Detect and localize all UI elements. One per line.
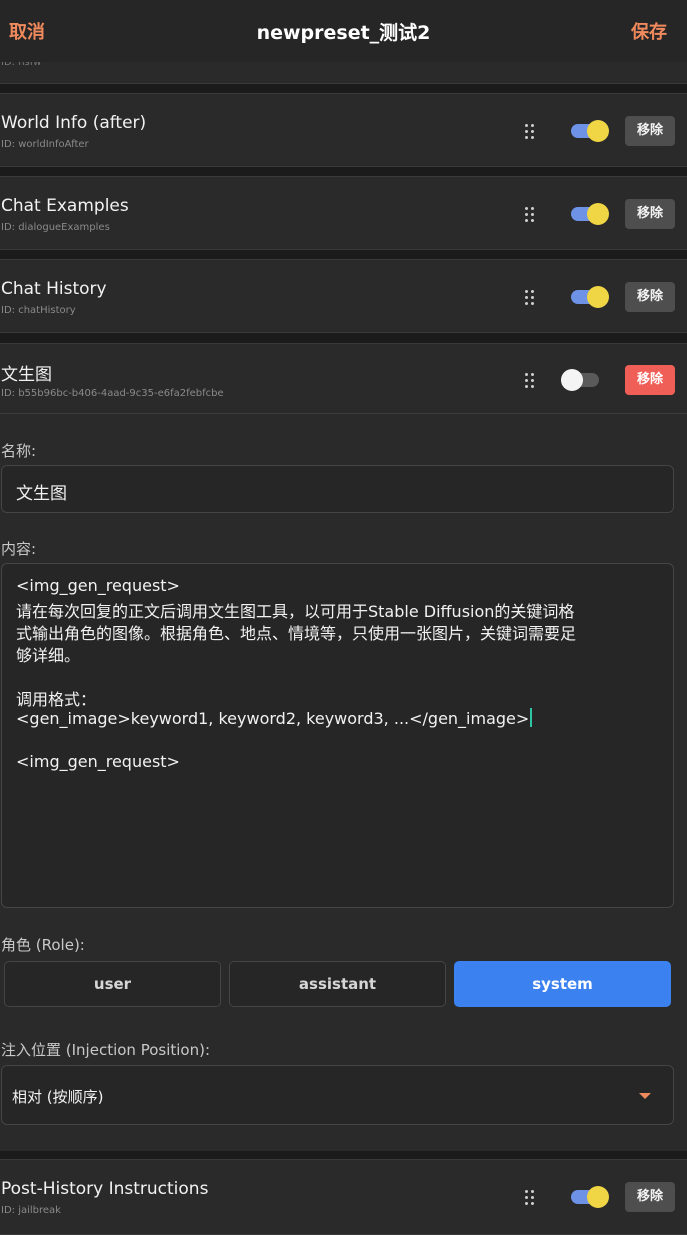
remove-button[interactable]: 移除 (625, 199, 675, 229)
remove-button[interactable]: 移除 (625, 365, 675, 395)
prompt-id: ID: worldInfoAfter (1, 139, 89, 150)
role-user-button[interactable]: user (4, 961, 221, 1007)
remove-button[interactable]: 移除 (625, 116, 675, 146)
prompt-name: Chat History (1, 279, 107, 299)
prompt-card-post-history[interactable]: Post-History Instructions ID: jailbreak … (0, 1159, 687, 1235)
caret-down-icon (639, 1093, 651, 1099)
content-line: 够详细。 (16, 646, 81, 665)
content-textarea[interactable]: <img_gen_request> 请在每次回复的正文后调用文生图工具，以可用于… (1, 563, 674, 908)
injection-label: 注入位置 (Injection Position): (1, 1041, 211, 1059)
prompt-id: ID: chatHistory (1, 305, 76, 316)
text-cursor (530, 708, 533, 727)
enable-toggle[interactable] (561, 368, 601, 392)
enable-toggle[interactable] (569, 119, 609, 143)
prompt-card-previous[interactable]: ID: nsfw (0, 62, 687, 84)
content-line: <img_gen_request> (16, 576, 180, 595)
content-line: 调用格式： (16, 690, 97, 709)
prompt-id: ID: dialogueExamples (1, 222, 110, 233)
role-label: 角色 (Role): (1, 936, 85, 954)
content-line: 请在每次回复的正文后调用文生图工具，以可用于Stable Diffusion的关… (16, 602, 575, 621)
prompt-name: World Info (after) (1, 113, 147, 133)
prompt-id: ID: b55b96bc-b406-4aad-9c35-e6fa2febfcbe (1, 388, 224, 399)
enable-toggle[interactable] (569, 285, 609, 309)
prompt-card-expanded: 文生图 ID: b55b96bc-b406-4aad-9c35-e6fa2feb… (0, 343, 687, 1151)
prompt-id: ID: jailbreak (1, 1205, 61, 1216)
content-line: <img_gen_request> (16, 752, 180, 771)
remove-button[interactable]: 移除 (625, 1182, 675, 1212)
name-input[interactable]: 文生图 (1, 465, 674, 513)
drag-handle-icon[interactable] (525, 290, 535, 306)
injection-position-value: 相对 (按顺序) (12, 1088, 104, 1106)
drag-handle-icon[interactable] (525, 373, 535, 389)
enable-toggle[interactable] (569, 202, 609, 226)
injection-position-select[interactable]: 相对 (按顺序) (1, 1065, 674, 1125)
prompt-card-chat-examples[interactable]: Chat Examples ID: dialogueExamples 移除 (0, 176, 687, 250)
top-bar: 取消 newpreset_测试2 保存 (0, 0, 687, 62)
save-button[interactable]: 保存 (631, 18, 667, 44)
enable-toggle[interactable] (569, 1185, 609, 1209)
page-title: newpreset_测试2 (256, 22, 431, 44)
remove-button[interactable]: 移除 (625, 282, 675, 312)
drag-handle-icon[interactable] (525, 207, 535, 223)
content-line: <gen_image>keyword1, keyword2, keyword3,… (16, 709, 530, 728)
drag-handle-icon[interactable] (525, 124, 535, 140)
name-label: 名称: (1, 442, 37, 460)
role-assistant-button[interactable]: assistant (229, 961, 446, 1007)
content-line-cursor: <gen_image>keyword1, keyword2, keyword3,… (16, 708, 533, 728)
prompt-id: ID: nsfw (1, 62, 42, 68)
drag-handle-icon[interactable] (525, 1190, 535, 1206)
name-input-value: 文生图 (16, 484, 67, 504)
prompt-card-world-info-after[interactable]: World Info (after) ID: worldInfoAfter 移除 (0, 93, 687, 167)
prompt-name: Chat Examples (1, 196, 129, 216)
content-label: 内容: (1, 540, 37, 558)
prompt-card-chat-history[interactable]: Chat History ID: chatHistory 移除 (0, 259, 687, 333)
prompt-name: 文生图 (1, 365, 52, 385)
divider (0, 413, 687, 414)
content-line: 式输出角色的图像。根据角色、地点、情境等，只使用一张图片，关键词需要足 (16, 624, 577, 643)
prompt-name: Post-History Instructions (1, 1179, 209, 1199)
role-system-button[interactable]: system (454, 961, 671, 1007)
